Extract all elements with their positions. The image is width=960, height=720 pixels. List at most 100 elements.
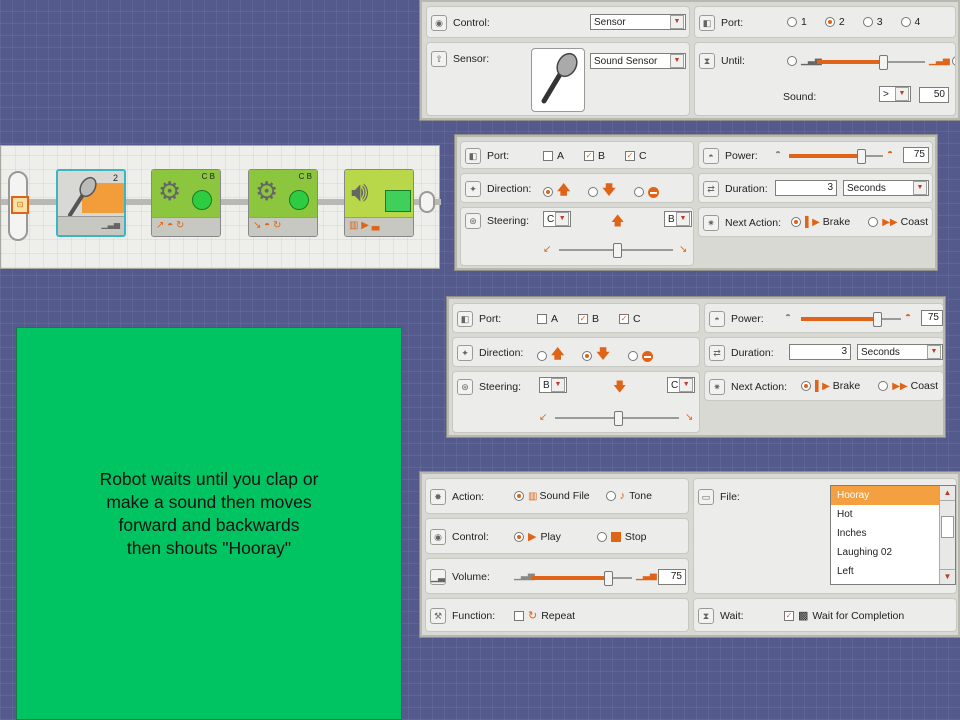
block-footer: ▁▃▅ <box>58 216 124 235</box>
port-radio-2[interactable] <box>824 17 835 27</box>
direction-label: Direction: <box>487 183 532 195</box>
control-select[interactable]: Sensor ▼ <box>590 14 686 30</box>
steering-label: Steering: <box>479 381 522 393</box>
comparison-select[interactable]: > ▼ <box>879 86 911 102</box>
move-block-2[interactable]: ⚙ C B ↘ ◓ ↻ <box>248 169 318 237</box>
sensor-select[interactable]: Sound Sensor ▼ <box>590 53 686 69</box>
file-list-items: Hooray Hot Inches Laughing 02 Left <box>831 486 940 581</box>
direction-stop-radio[interactable] <box>627 351 638 361</box>
port-icon: ◧ <box>699 15 715 31</box>
note-icon: ♪ <box>619 490 626 502</box>
port-checkbox-b[interactable]: ✓ <box>584 151 595 161</box>
duration-icon: ⇄ <box>703 181 719 197</box>
port-checkbox-c[interactable]: ✓ <box>625 151 636 161</box>
power-slider[interactable] <box>801 312 901 327</box>
turn-right-icon: ↘ <box>679 244 688 255</box>
direction-backward-radio[interactable] <box>588 187 599 197</box>
power-input[interactable]: 75 <box>921 310 943 326</box>
file-list[interactable]: Hooray Hot Inches Laughing 02 Left ▲ ▼ <box>830 485 956 585</box>
until-less-radio[interactable] <box>787 55 797 66</box>
file-list-item[interactable]: Hot <box>831 505 940 524</box>
chevron-down-icon: ▼ <box>670 54 684 68</box>
direction-stop-radio[interactable] <box>633 187 644 197</box>
scroll-up-icon[interactable]: ▲ <box>940 486 955 501</box>
slider-handle[interactable] <box>604 571 613 586</box>
slider-handle[interactable] <box>613 243 622 258</box>
port-radio-4[interactable] <box>900 17 911 27</box>
steering-left-select[interactable]: B ▼ <box>539 377 567 393</box>
until-greater-radio[interactable] <box>951 55 955 66</box>
direction-label: Direction: <box>479 347 524 359</box>
steering-slider[interactable] <box>559 243 673 258</box>
high-volume-icon: ▁▃▅ <box>929 55 950 65</box>
scroll-down-icon[interactable]: ▼ <box>940 569 955 584</box>
wait-sound-block[interactable]: 2 ▁▃▅ <box>56 169 126 237</box>
steering-right-select[interactable]: C ▼ <box>667 377 695 393</box>
power-slider[interactable] <box>789 149 883 164</box>
duration-unit-select[interactable]: Seconds ▼ <box>857 344 943 360</box>
stop-radio[interactable] <box>596 531 607 542</box>
coast-icon: ▶▶ <box>882 216 898 228</box>
port-radio-3[interactable] <box>862 17 873 27</box>
direction-backward-radio[interactable] <box>582 351 593 361</box>
slider-handle[interactable] <box>614 411 623 426</box>
slider-handle[interactable] <box>856 149 866 164</box>
action-section: ✸ Action: ▥ Sound File ♪ Tone <box>425 478 689 514</box>
start-icon: ⊡ <box>11 196 29 214</box>
coast-icon: ▶▶ <box>892 380 908 392</box>
file-list-item[interactable]: Inches <box>831 524 940 543</box>
direction-forward-radio[interactable] <box>537 351 547 361</box>
block-footer: ▥ ▶ ▃ <box>345 217 413 236</box>
port-option-label: B <box>592 313 600 325</box>
port-radio-1[interactable] <box>787 17 797 27</box>
move-block-1[interactable]: ⚙ C B ↗ ◓ ↻ <box>151 169 221 237</box>
file-list-item[interactable]: Hooray <box>831 486 940 505</box>
control-icon: ◉ <box>430 529 446 545</box>
port-checkbox-a[interactable] <box>537 314 547 324</box>
action-label: Action: <box>452 491 485 503</box>
scroll-thumb[interactable] <box>941 516 954 538</box>
file-list-item[interactable]: Laughing 02 <box>831 543 940 562</box>
arrow-up-icon: 🡅 <box>551 346 565 361</box>
steering-slider[interactable] <box>555 411 679 426</box>
port-icon: ◧ <box>457 311 473 327</box>
until-slider[interactable] <box>817 55 925 70</box>
turtle-icon: ◓ <box>785 311 792 322</box>
volume-input[interactable]: 75 <box>658 569 686 585</box>
wait-label: Wait: <box>720 610 744 622</box>
action-icon: ✸ <box>430 489 446 505</box>
coast-radio[interactable] <box>878 381 889 391</box>
coast-radio[interactable] <box>868 217 879 227</box>
duration-input[interactable]: 3 <box>775 180 837 196</box>
power-input[interactable]: 75 <box>903 147 929 163</box>
brake-radio[interactable] <box>791 217 801 227</box>
port-radio-group: 1 2 3 4 <box>787 16 920 28</box>
repeat-icon: ↻ <box>528 610 538 622</box>
repeat-checkbox[interactable] <box>514 610 524 621</box>
tone-radio[interactable] <box>605 491 616 501</box>
direction-icon: ✦ <box>465 181 481 197</box>
duration-unit-select[interactable]: Seconds ▼ <box>843 180 929 196</box>
play-radio[interactable] <box>514 531 524 542</box>
file-list-item[interactable]: Left <box>831 562 940 581</box>
volume-slider[interactable] <box>532 571 632 586</box>
sound-value-input[interactable]: 50 <box>919 87 949 103</box>
duration-input[interactable]: 3 <box>789 344 851 360</box>
file-section: ▭ File: Hooray Hot Inches Laughing 02 Left ▲… <box>693 478 957 594</box>
port-option-label: 3 <box>876 16 883 28</box>
sound-file-radio[interactable] <box>514 491 524 501</box>
slider-handle[interactable] <box>878 55 888 70</box>
speaker-icon: 🔊︎ <box>351 176 369 207</box>
wait-completion-checkbox[interactable]: ✓ <box>784 610 794 621</box>
port-checkbox-b[interactable]: ✓ <box>578 314 589 324</box>
port-checkbox-c[interactable]: ✓ <box>619 314 630 324</box>
steering-left-select[interactable]: C ▼ <box>543 211 571 227</box>
brake-radio[interactable] <box>801 381 811 391</box>
direction-forward-radio[interactable] <box>543 187 553 197</box>
slider-handle[interactable] <box>873 312 882 327</box>
sound-block[interactable]: 🔊︎ ▥ ▶ ▃ <box>344 169 414 237</box>
port-section: ◧ Port: 1 2 3 4 <box>694 6 956 38</box>
file-list-scrollbar[interactable]: ▲ ▼ <box>939 486 955 584</box>
steering-right-select[interactable]: B ▼ <box>664 211 692 227</box>
port-checkbox-a[interactable] <box>543 151 553 161</box>
